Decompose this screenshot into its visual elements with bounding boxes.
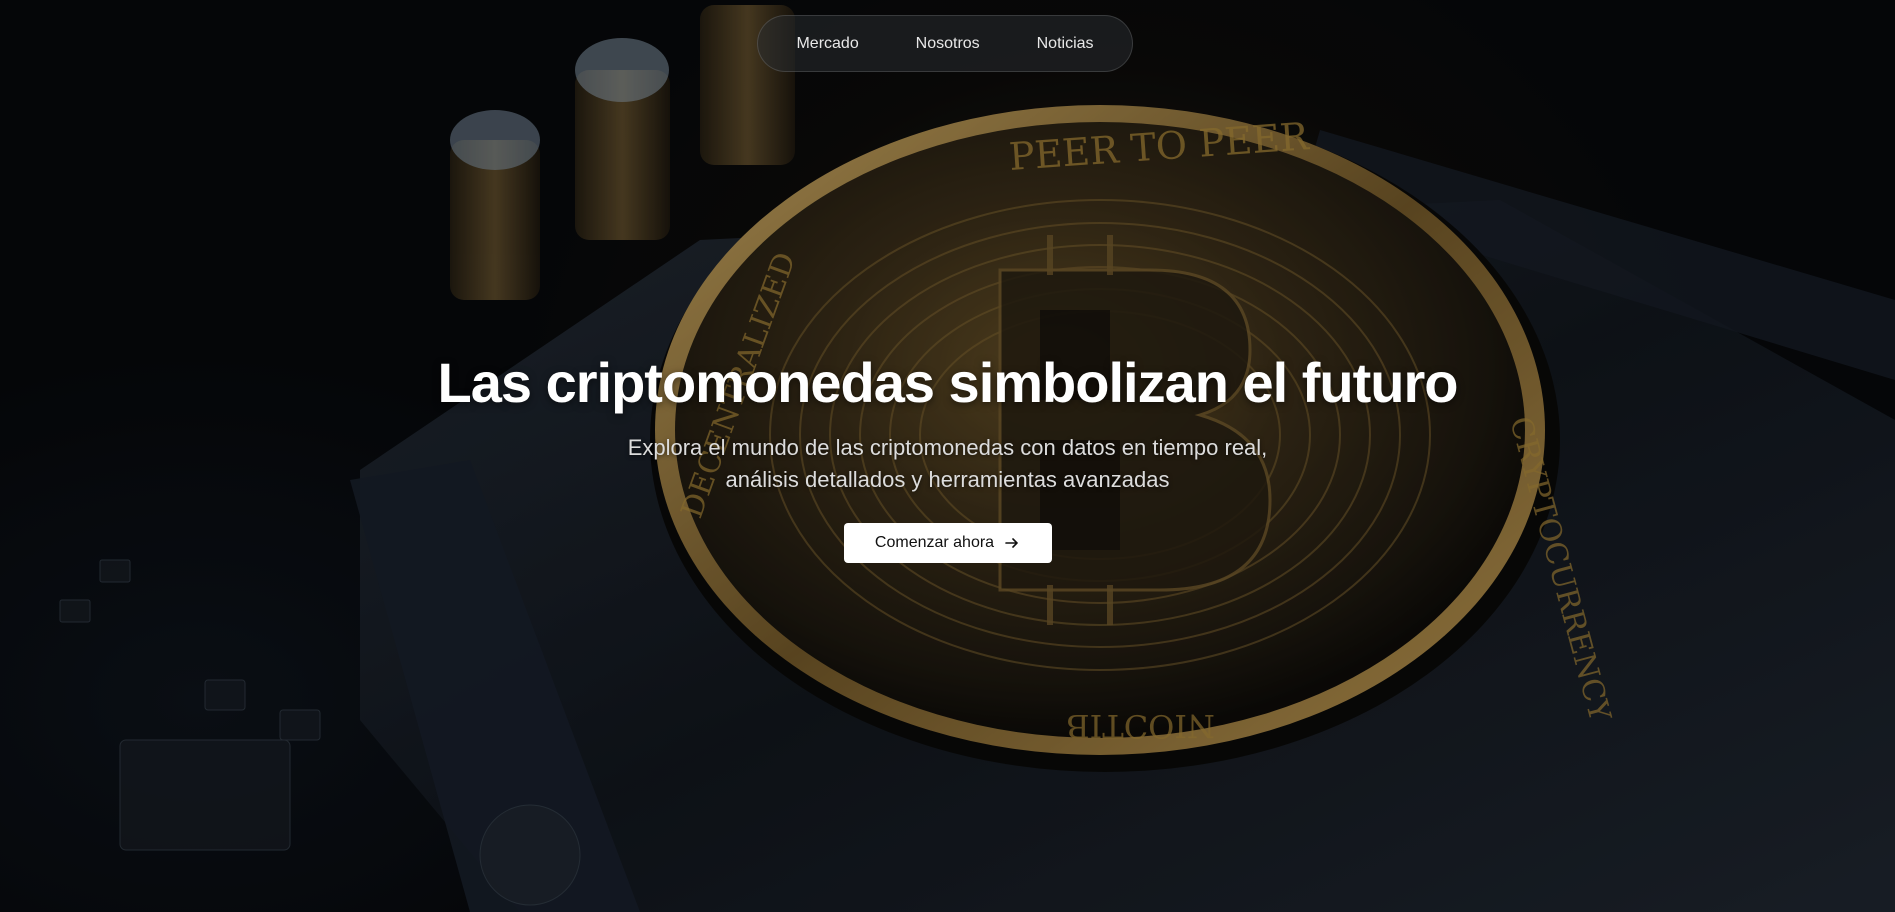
top-nav: Mercado Nosotros Noticias	[757, 15, 1133, 72]
hero-title: Las criptomonedas simbolizan el futuro	[437, 351, 1459, 414]
hero-content: Las criptomonedas simbolizan el futuro E…	[0, 348, 1895, 563]
hero-subtitle-line-2: análisis detallados y herramientas avanz…	[725, 467, 1170, 492]
hero-section: PEER TO PEER CRYPTOCURRENCY DECENTRALIZE…	[0, 0, 1895, 912]
start-now-button[interactable]: Comenzar ahora	[843, 523, 1052, 563]
nav-link-mercado[interactable]: Mercado	[786, 29, 868, 59]
nav-link-noticias[interactable]: Noticias	[1027, 29, 1104, 59]
hero-subtitle-line-1: Explora el mundo de las criptomonedas co…	[627, 435, 1268, 460]
arrow-right-icon	[1004, 535, 1020, 551]
start-now-button-label: Comenzar ahora	[874, 534, 995, 551]
hero-subtitle: Explora el mundo de las criptomonedas co…	[568, 432, 1328, 496]
nav-link-nosotros[interactable]: Nosotros	[906, 29, 990, 59]
